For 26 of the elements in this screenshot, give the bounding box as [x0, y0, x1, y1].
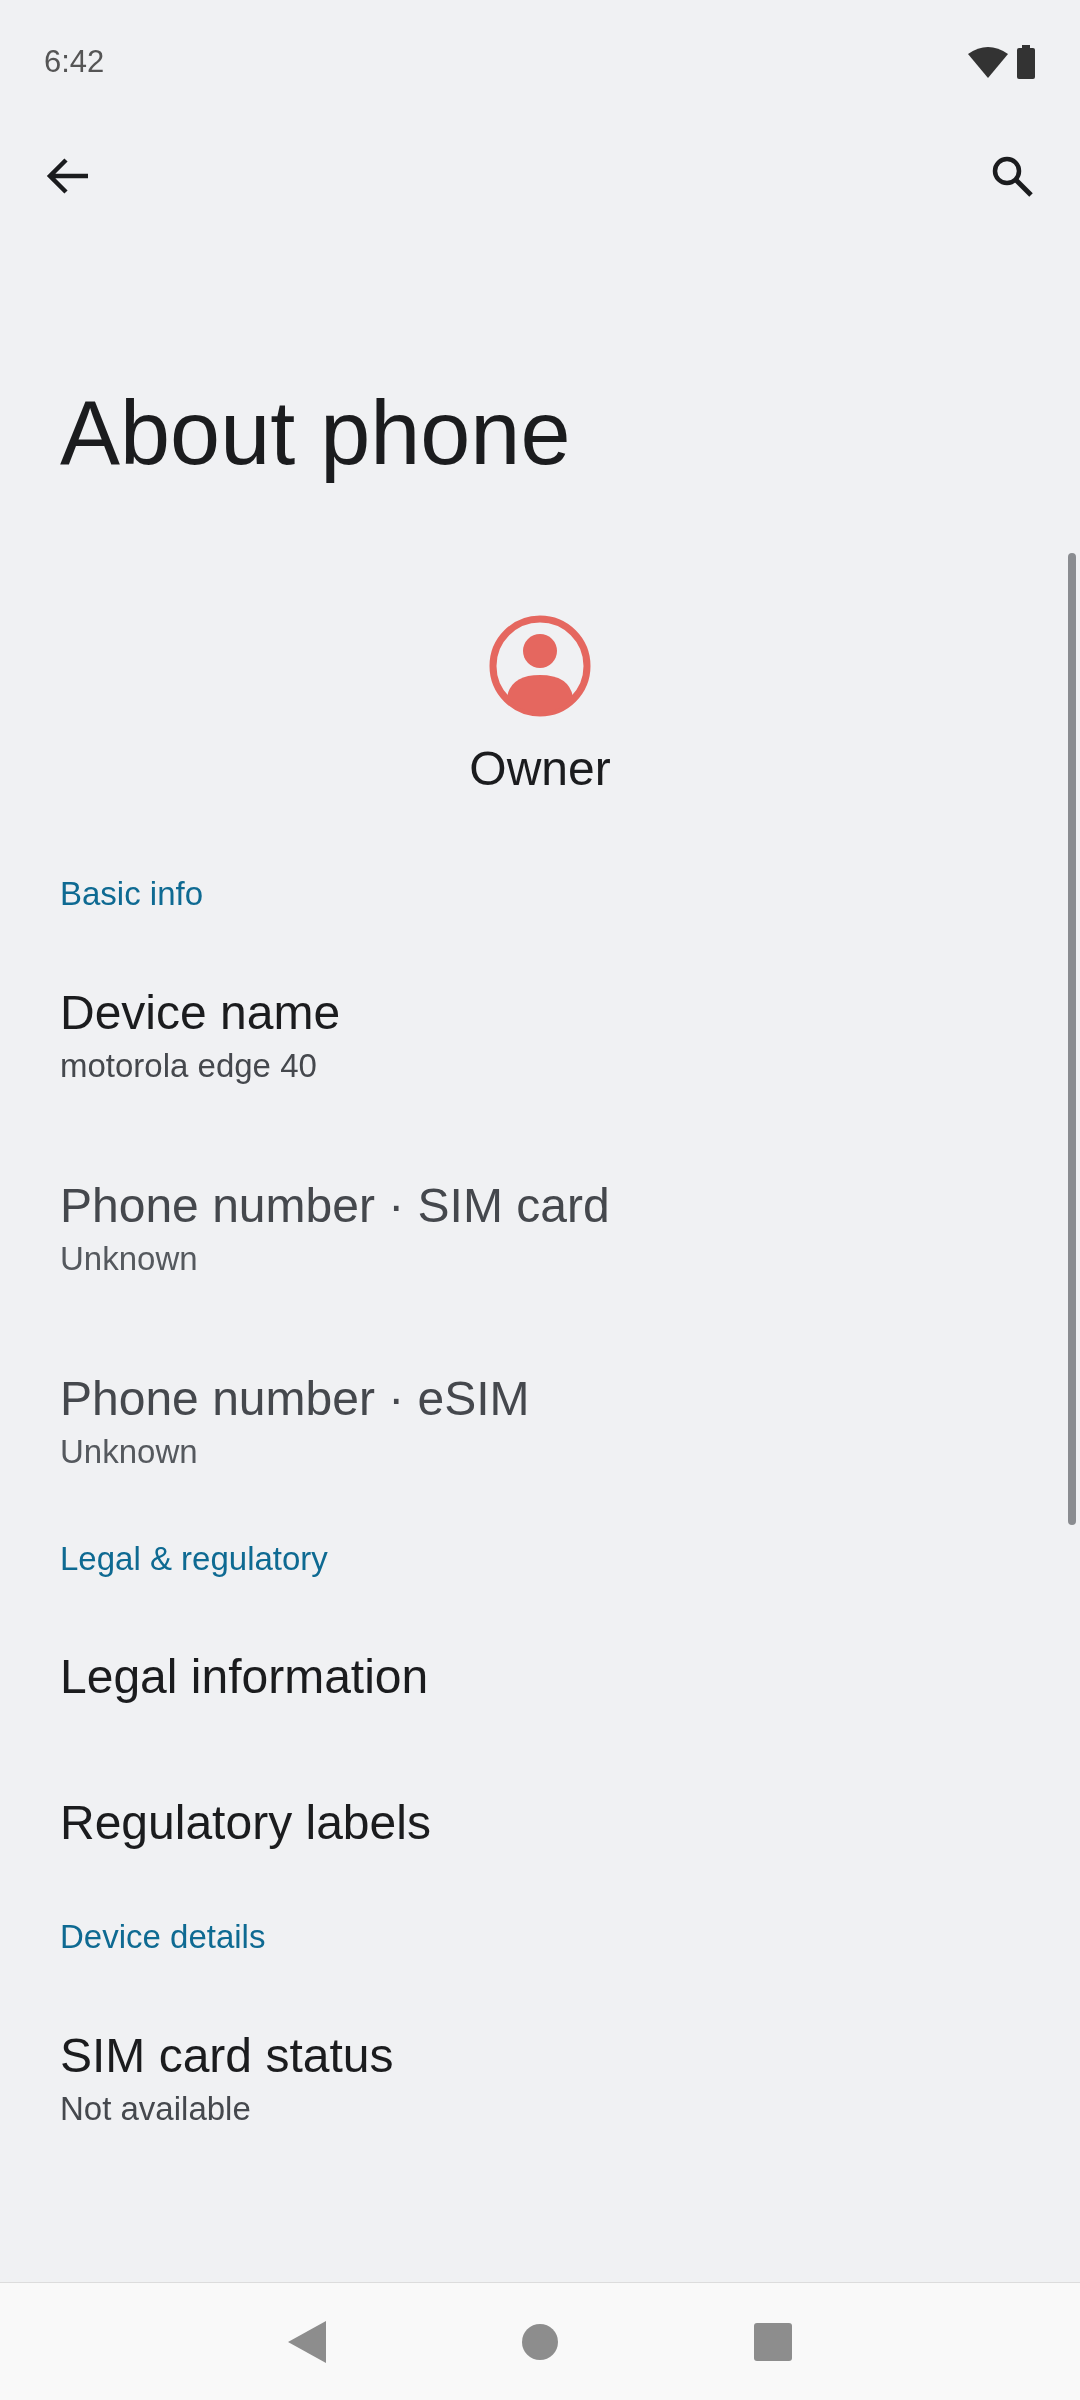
profile-name: Owner [469, 741, 611, 797]
item-subtitle: Not available [60, 2088, 252, 2129]
recents-icon[interactable] [754, 2322, 792, 2361]
section-header: Device details [60, 1917, 266, 1957]
item-title: Phone number · SIM card [60, 1177, 611, 1234]
item-subtitle: Unknown [60, 1431, 199, 1472]
wifi-icon [968, 46, 1008, 78]
avatar-icon [489, 615, 591, 717]
page-title: About phone [60, 382, 572, 485]
section-header: Legal & regulatory [60, 1539, 328, 1579]
item-title: Device name [60, 984, 342, 1041]
item-title: Regulatory labels [60, 1795, 432, 1851]
item-title: SIM card status [60, 2027, 395, 2084]
item-subtitle: Unknown [60, 1238, 199, 1279]
home-icon[interactable] [522, 2323, 558, 2360]
settings-item[interactable]: Legal information [0, 1604, 1080, 1750]
settings-item[interactable]: SIM card status Not available [0, 1982, 1080, 2175]
battery-icon [1016, 45, 1036, 79]
settings-item[interactable]: Device name motorola edge 40 [0, 939, 1080, 1132]
back-icon[interactable] [288, 2320, 326, 2363]
item-subtitle: motorola edge 40 [60, 1045, 318, 1086]
status-time: 6:42 [44, 42, 105, 81]
settings-item[interactable]: Regulatory labels [0, 1750, 1080, 1896]
section-header: Basic info [60, 874, 204, 914]
item-title: Legal information [60, 1649, 430, 1705]
item-title: Phone number · eSIM [60, 1370, 531, 1427]
